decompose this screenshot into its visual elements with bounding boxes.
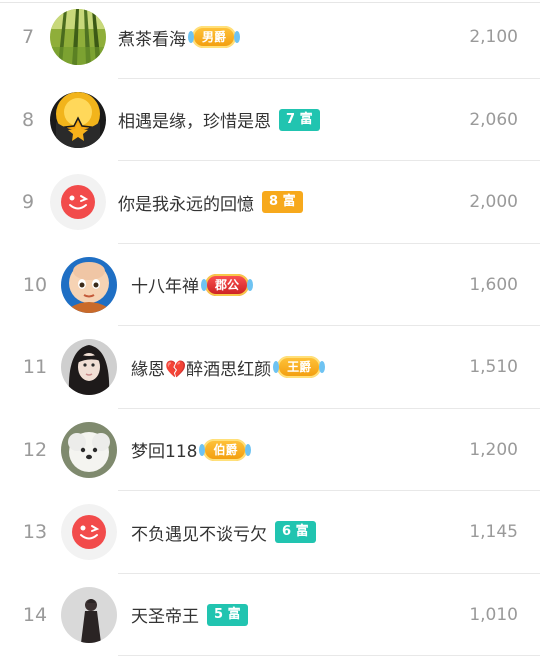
user-name: 相遇是缘，珍惜是恩: [118, 107, 271, 132]
user-avatar[interactable]: [61, 587, 117, 643]
badge-wing-icon: [247, 279, 253, 291]
user-name: 煮茶看海: [118, 25, 186, 50]
user-avatar[interactable]: [61, 339, 117, 395]
badge-wing-icon: [273, 361, 279, 373]
user-name: 梦回118: [131, 437, 197, 462]
noble-title-badge: 伯爵: [203, 439, 247, 461]
user-avatar[interactable]: [50, 9, 106, 65]
rank-number: 7: [0, 0, 56, 79]
score-value: 2,000: [469, 161, 518, 244]
name-wrap: 相遇是缘，珍惜是恩 7 富: [118, 79, 320, 162]
wealth-level-badge: 5 富: [207, 604, 248, 626]
user-name: 不负遇见不谈亏欠: [131, 520, 267, 545]
wealth-level-badge: 8 富: [262, 191, 303, 213]
rank-number: 12: [0, 409, 70, 492]
user-name: 你是我永远的回憶: [118, 190, 254, 215]
user-name: 天圣帝王: [131, 602, 199, 627]
badge-label: 郡公: [215, 278, 239, 292]
wealth-level-badge: 7 富: [279, 109, 320, 131]
user-avatar[interactable]: [61, 504, 117, 560]
rank-number: 8: [0, 79, 56, 162]
score-value: 1,010: [469, 574, 518, 656]
user-name: 十八年禅: [131, 272, 199, 297]
user-avatar[interactable]: [50, 92, 106, 148]
ranking-row[interactable]: 12 梦回118 伯爵 1,200: [0, 409, 540, 492]
user-name: 緣恩💔醉酒思红颜: [131, 355, 271, 380]
rank-number: 11: [0, 326, 70, 409]
score-value: 2,100: [469, 0, 518, 79]
wealth-level-badge: 6 富: [275, 521, 316, 543]
ranking-row[interactable]: 9 你是我永远的回憶 8 富 2,000: [0, 161, 540, 244]
rank-number: 9: [0, 161, 56, 244]
rank-number: 14: [0, 574, 70, 656]
noble-title-badge: 王爵: [277, 356, 321, 378]
badge-wing-icon: [201, 279, 207, 291]
name-wrap: 煮茶看海 男爵: [118, 0, 236, 79]
rank-number: 13: [0, 491, 70, 574]
name-wrap: 你是我永远的回憶 8 富: [118, 161, 303, 244]
score-value: 1,145: [469, 491, 518, 574]
ranking-row[interactable]: 8 相遇是缘，珍惜是恩 7 富 2,060: [0, 79, 540, 162]
badge-label: 男爵: [202, 30, 226, 44]
ranking-row[interactable]: 13 不负遇见不谈亏欠 6 富 1,145: [0, 491, 540, 574]
name-wrap: 天圣帝王 5 富: [131, 574, 248, 656]
user-avatar[interactable]: [61, 422, 117, 478]
ranking-row[interactable]: 14 天圣帝王 5 富 1,010: [0, 574, 540, 656]
badge-wing-icon: [319, 361, 325, 373]
badge-wing-icon: [245, 444, 251, 456]
user-avatar[interactable]: [61, 257, 117, 313]
badge-wing-icon: [234, 31, 240, 43]
name-wrap: 緣恩💔醉酒思红颜 王爵: [131, 326, 321, 409]
badge-wing-icon: [188, 31, 194, 43]
noble-title-badge: 郡公: [205, 274, 249, 296]
ranking-row[interactable]: 7 煮茶看海 男爵 2,100: [0, 0, 540, 79]
name-wrap: 十八年禅 郡公: [131, 244, 249, 327]
ranking-list: 7 煮茶看海 男爵 2,100 8: [0, 0, 540, 656]
score-value: 1,200: [469, 409, 518, 492]
badge-wing-icon: [199, 444, 205, 456]
badge-label: 王爵: [287, 360, 311, 374]
name-wrap: 梦回118 伯爵: [131, 409, 247, 492]
rank-number: 10: [0, 244, 70, 327]
score-value: 1,600: [469, 244, 518, 327]
user-avatar[interactable]: [50, 174, 106, 230]
ranking-row[interactable]: 11 緣恩💔醉酒思红颜 王爵 1,510: [0, 326, 540, 409]
score-value: 2,060: [469, 79, 518, 162]
badge-label: 伯爵: [213, 443, 237, 457]
name-wrap: 不负遇见不谈亏欠 6 富: [131, 491, 316, 574]
noble-title-badge: 男爵: [192, 26, 236, 48]
score-value: 1,510: [469, 326, 518, 409]
ranking-row[interactable]: 10 十八年禅 郡公 1,600: [0, 244, 540, 327]
